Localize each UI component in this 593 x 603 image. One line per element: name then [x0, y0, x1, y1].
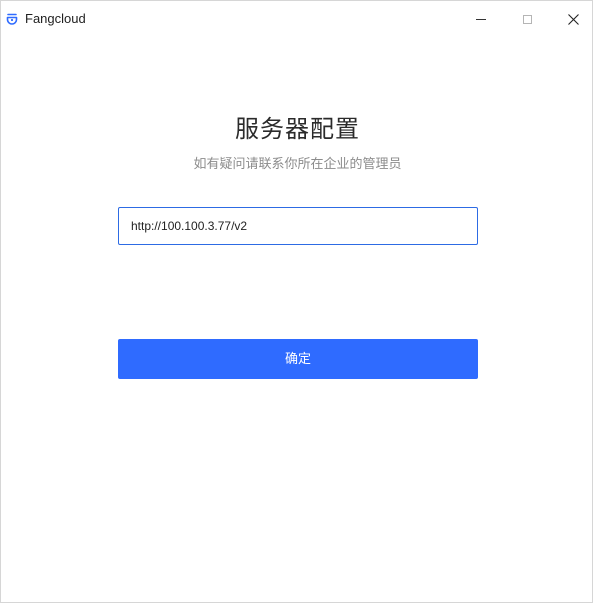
app-window: Fangcloud 服务器配置 如有疑问请联系你所在企业的管理员 确定: [0, 0, 593, 603]
fangcloud-logo-icon: [6, 13, 18, 25]
minimize-button[interactable]: [458, 1, 504, 37]
maximize-icon: [522, 14, 532, 24]
close-button[interactable]: [550, 1, 593, 37]
title-bar[interactable]: Fangcloud: [1, 1, 592, 37]
server-config-panel: 服务器配置 如有疑问请联系你所在企业的管理员 确定: [1, 37, 592, 602]
page-subtitle: 如有疑问请联系你所在企业的管理员: [193, 156, 402, 171]
maximize-button[interactable]: [504, 1, 550, 37]
confirm-button[interactable]: 确定: [118, 339, 478, 379]
server-url-input[interactable]: [118, 207, 478, 245]
page-title: 服务器配置: [235, 116, 360, 143]
close-icon: [567, 13, 579, 25]
app-title: Fangcloud: [25, 11, 86, 26]
minimize-icon: [476, 18, 486, 20]
